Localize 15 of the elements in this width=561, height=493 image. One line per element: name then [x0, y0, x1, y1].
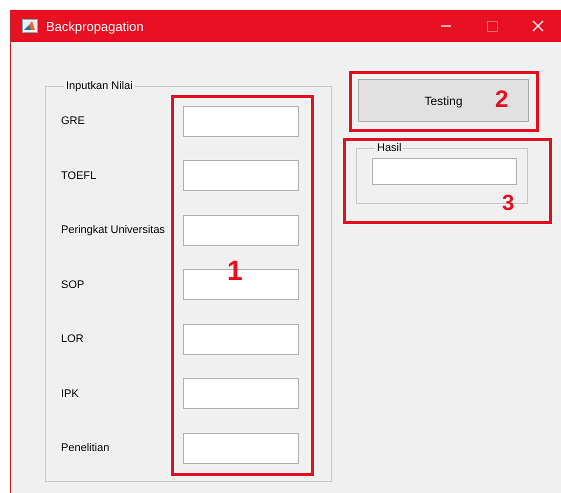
- annotation-number: 1: [227, 257, 243, 285]
- field-label: LOR: [61, 333, 85, 346]
- annotation-number: 2: [495, 88, 508, 112]
- annotation-number: 3: [502, 192, 514, 214]
- panel-legend: Hasil: [375, 142, 404, 154]
- result-field[interactable]: [372, 158, 517, 185]
- panel-legend: Inputkan Nilai: [64, 80, 135, 92]
- window-title: Backpropagation: [46, 18, 144, 34]
- app-icon: [22, 19, 38, 33]
- field-label: Penelitian: [61, 442, 110, 454]
- field-label: Peringkat Universitas: [61, 224, 166, 236]
- field-label: GRE: [61, 115, 86, 128]
- field-label: IPK: [61, 388, 80, 400]
- field-label: TOEFL: [61, 170, 98, 182]
- field-label: SOP: [61, 278, 86, 291]
